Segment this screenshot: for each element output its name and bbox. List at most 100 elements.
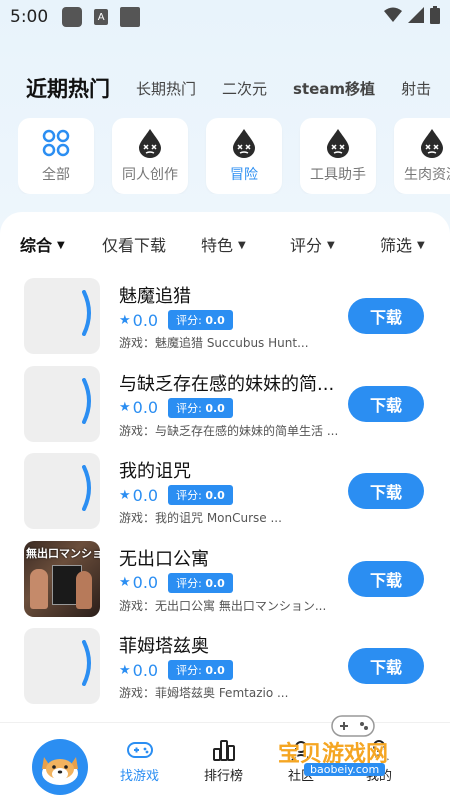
category-fan-creation[interactable]: 同人创作 bbox=[112, 118, 188, 194]
status-time: 5:00 bbox=[10, 7, 49, 27]
battery-icon bbox=[430, 6, 440, 24]
dog-mascot-icon bbox=[42, 757, 78, 785]
filter-rating-label: 评分 bbox=[290, 236, 323, 255]
download-button[interactable]: 下载 bbox=[348, 298, 424, 334]
game-description: 游戏：魅魔追猎 Succubus Hunt... bbox=[119, 336, 309, 350]
category-tools[interactable]: 工具助手 bbox=[300, 118, 376, 194]
category-label: 生肉资源 bbox=[404, 167, 450, 183]
tab-steam-port[interactable]: steam移植 bbox=[293, 78, 375, 99]
score-badge: 评分: 0.0 bbox=[168, 572, 233, 593]
score-label: 评分: bbox=[176, 576, 202, 590]
wifi-icon bbox=[384, 7, 402, 22]
game-list: 魅魔追猎 ★ 0.0 评分: 0.0 游戏：魅魔追猎 Succubus Hunt… bbox=[0, 278, 450, 716]
app-notification-icon: A bbox=[94, 9, 109, 25]
filter-rating[interactable]: 评分 ▼ bbox=[290, 232, 335, 256]
score-badge: 评分: 0.0 bbox=[168, 660, 233, 680]
category-raw-resources[interactable]: 生肉资源 bbox=[394, 118, 450, 194]
category-row: 全部 同人创作 冒险 工具助手 生肉资源 bbox=[18, 118, 450, 194]
game-thumbnail: 無出口マンション bbox=[24, 540, 100, 617]
chevron-down-icon: ▼ bbox=[238, 239, 246, 251]
list-item[interactable]: 無出口マンション 无出口公寓 ★ 0.0 评分: 0.0 游戏：无出口公寓 無出… bbox=[0, 540, 450, 629]
tab-recent-hot[interactable]: 近期热门 bbox=[26, 73, 110, 103]
signal-icon bbox=[408, 7, 424, 23]
nav-rankings[interactable]: 排行榜 bbox=[204, 739, 243, 784]
nav-label: 找游戏 bbox=[120, 769, 160, 784]
game-meta: ★ 0.0 评分: 0.0 bbox=[119, 485, 233, 505]
category-label: 全部 bbox=[42, 167, 70, 183]
game-rating: 0.0 bbox=[132, 573, 159, 592]
game-rating: 0.0 bbox=[132, 310, 159, 330]
score-value: 0.0 bbox=[205, 401, 225, 415]
list-item[interactable]: 菲姆塔兹奥 ★ 0.0 评分: 0.0 游戏：菲姆塔兹奥 Femtazio ..… bbox=[0, 628, 450, 716]
chevron-down-icon: ▼ bbox=[327, 239, 335, 251]
loading-spinner-icon bbox=[82, 640, 91, 686]
download-button[interactable]: 下载 bbox=[348, 648, 424, 684]
filter-comprehensive[interactable]: 综合 ▼ bbox=[20, 232, 65, 256]
home-mascot-button[interactable] bbox=[32, 739, 88, 795]
grid-icon bbox=[42, 129, 70, 157]
cover-art-title: 無出口マンション bbox=[26, 546, 100, 560]
game-list-sheet: 综合 ▼ 仅看下载 特色 ▼ 评分 ▼ 筛选 ▼ 魅魔追猎 ★ 0.0 评分: … bbox=[0, 212, 450, 732]
game-meta: ★ 0.0 评分: 0.0 bbox=[119, 660, 233, 680]
category-label: 同人创作 bbox=[122, 167, 178, 183]
dizzy-drop-icon bbox=[233, 129, 255, 158]
score-value: 0.0 bbox=[205, 664, 225, 677]
list-item[interactable]: 我的诅咒 ★ 0.0 评分: 0.0 游戏：我的诅咒 MonCurse ... … bbox=[0, 453, 450, 541]
game-thumbnail bbox=[24, 365, 100, 442]
game-title: 我的诅咒 bbox=[119, 461, 191, 482]
game-thumbnail bbox=[24, 628, 100, 704]
loading-spinner-icon bbox=[82, 290, 91, 336]
score-label: 评分: bbox=[176, 401, 202, 415]
download-button[interactable]: 下载 bbox=[348, 473, 424, 509]
score-badge: 评分: 0.0 bbox=[168, 310, 233, 330]
category-label: 工具助手 bbox=[310, 167, 366, 183]
star-icon: ★ bbox=[119, 662, 131, 678]
score-label: 评分: bbox=[176, 664, 202, 677]
game-cover-art: 無出口マンション bbox=[24, 540, 100, 617]
game-description: 游戏：我的诅咒 MonCurse ... bbox=[119, 511, 282, 525]
dizzy-drop-icon bbox=[327, 129, 349, 158]
score-label: 评分: bbox=[176, 489, 202, 502]
game-title: 与缺乏存在感的妹妹的简... bbox=[119, 373, 335, 395]
filter-comprehensive-label: 综合 bbox=[20, 236, 53, 255]
game-title: 魅魔追猎 bbox=[119, 286, 191, 307]
top-tabs: 近期热门 长期热门 二次元 steam移植 射击 bbox=[0, 70, 450, 106]
game-meta: ★ 0.0 评分: 0.0 bbox=[119, 572, 233, 593]
star-icon: ★ bbox=[119, 575, 131, 590]
game-title: 菲姆塔兹奥 bbox=[119, 636, 209, 657]
tab-long-hot[interactable]: 长期热门 bbox=[136, 78, 196, 99]
dizzy-drop-icon bbox=[421, 129, 443, 158]
filter-feature-label: 特色 bbox=[201, 236, 234, 255]
nav-find-games[interactable]: 找游戏 bbox=[120, 739, 159, 784]
game-meta: ★ 0.0 评分: 0.0 bbox=[119, 310, 233, 330]
filter-screen-label: 筛选 bbox=[380, 236, 413, 255]
game-rating: 0.0 bbox=[132, 660, 159, 680]
filter-feature[interactable]: 特色 ▼ bbox=[201, 232, 246, 256]
score-value: 0.0 bbox=[205, 489, 225, 502]
loading-spinner-icon bbox=[82, 377, 91, 424]
list-item[interactable]: 与缺乏存在感的妹妹的简... ★ 0.0 评分: 0.0 游戏：与缺乏存在感的妹… bbox=[0, 365, 450, 454]
game-title: 无出口公寓 bbox=[119, 548, 209, 570]
cover-figure bbox=[30, 568, 48, 609]
category-all[interactable]: 全部 bbox=[18, 118, 94, 194]
download-button[interactable]: 下载 bbox=[348, 560, 424, 597]
score-value: 0.0 bbox=[205, 576, 225, 590]
star-icon: ★ bbox=[119, 400, 131, 415]
status-bar: 5:00 A bbox=[0, 0, 450, 34]
status-indicators bbox=[384, 6, 440, 24]
score-value: 0.0 bbox=[205, 314, 225, 327]
category-adventure[interactable]: 冒险 bbox=[206, 118, 282, 194]
game-rating: 0.0 bbox=[132, 398, 159, 417]
tab-anime[interactable]: 二次元 bbox=[222, 78, 267, 99]
category-label: 冒险 bbox=[230, 167, 258, 183]
filter-download-only[interactable]: 仅看下载 bbox=[102, 232, 166, 256]
download-button[interactable]: 下载 bbox=[348, 385, 424, 422]
tab-shooter[interactable]: 射击 bbox=[401, 78, 431, 99]
game-meta: ★ 0.0 评分: 0.0 bbox=[119, 397, 233, 418]
filter-screen[interactable]: 筛选 ▼ bbox=[380, 232, 425, 256]
list-item[interactable]: 魅魔追猎 ★ 0.0 评分: 0.0 游戏：魅魔追猎 Succubus Hunt… bbox=[0, 278, 450, 366]
star-icon: ★ bbox=[119, 312, 131, 328]
notification-icon-2 bbox=[120, 7, 141, 27]
score-badge: 评分: 0.0 bbox=[168, 397, 233, 418]
game-description: 游戏：与缺乏存在感的妹妹的简单生活 ... bbox=[119, 423, 339, 438]
